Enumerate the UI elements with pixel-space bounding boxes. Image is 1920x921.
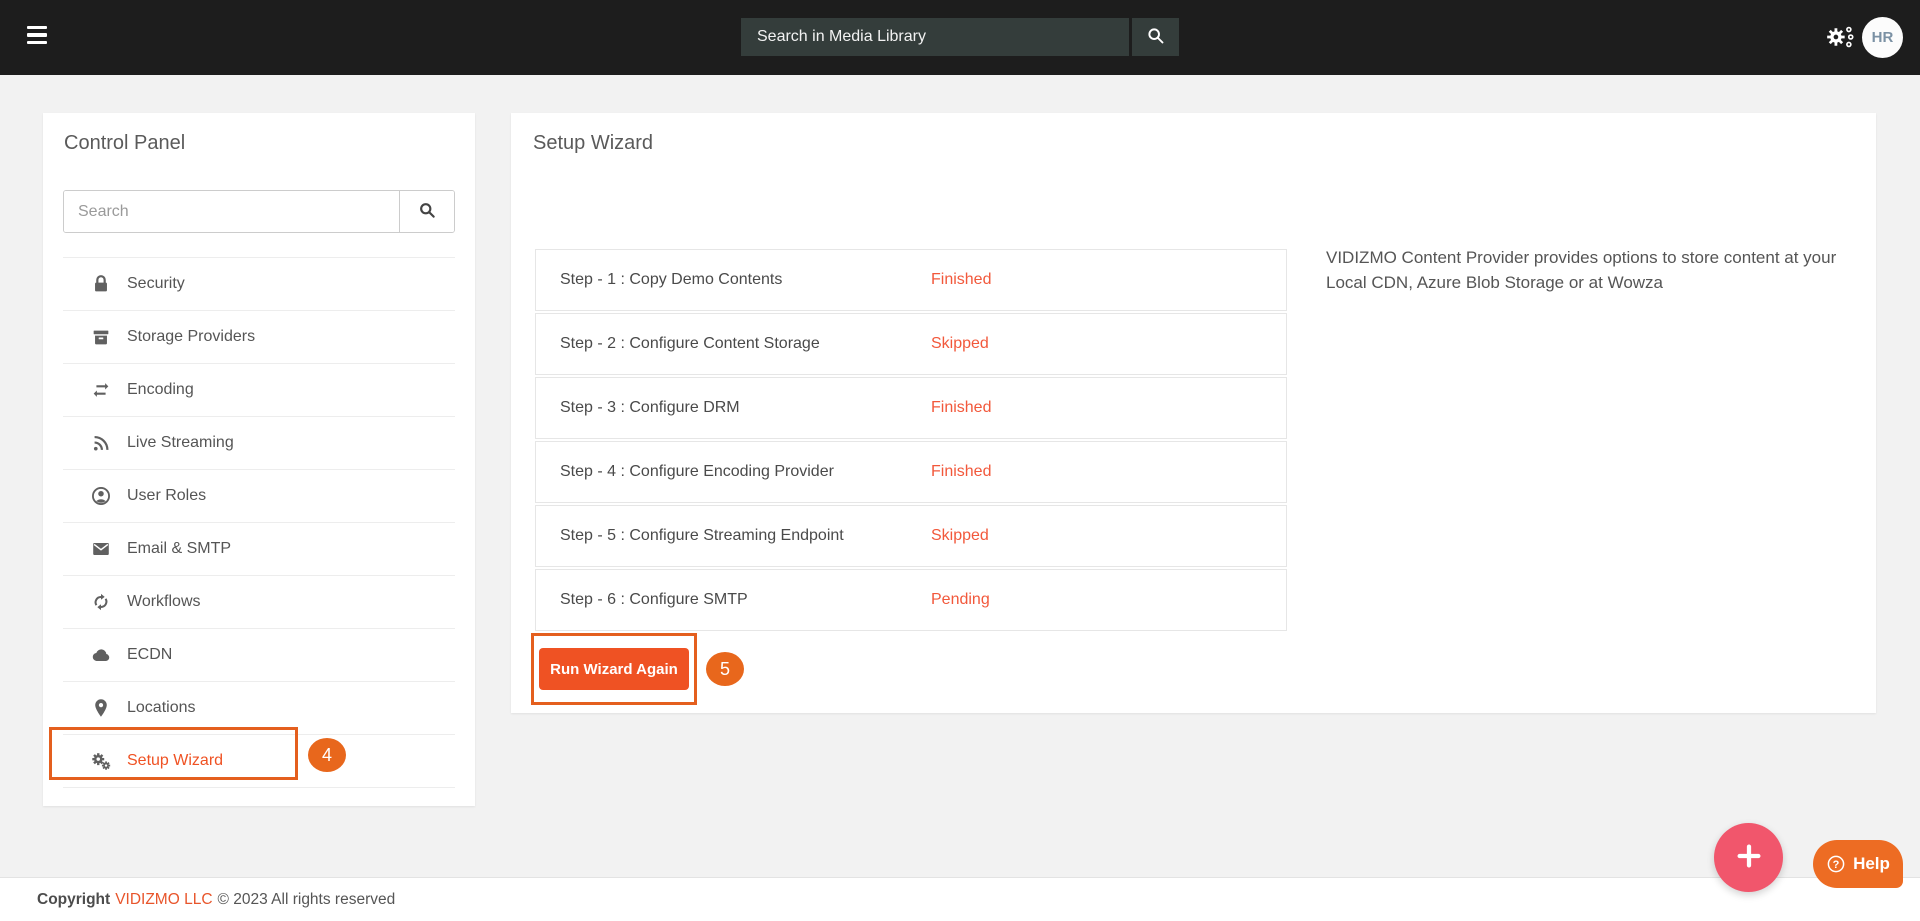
sidebar-item-locations[interactable]: Locations xyxy=(63,682,455,735)
wizard-step-row: Step - 1 : Copy Demo Contents Finished xyxy=(535,249,1287,311)
step-status: Skipped xyxy=(931,527,989,545)
cloud-icon xyxy=(90,644,112,666)
annotation-step-badge-4: 4 xyxy=(308,738,346,772)
top-bar: HR xyxy=(0,0,1920,75)
step-label: Step - 4 : Configure Encoding Provider xyxy=(560,463,834,481)
wizard-step-row: Step - 5 : Configure Streaming Endpoint … xyxy=(535,505,1287,567)
sidebar-item-label: User Roles xyxy=(127,487,206,505)
step-label: Step - 5 : Configure Streaming Endpoint xyxy=(560,527,844,545)
sidebar-item-label: Setup Wizard xyxy=(127,752,223,770)
sidebar-item-encoding[interactable]: Encoding xyxy=(63,364,455,417)
sidebar-title: Control Panel xyxy=(64,132,185,155)
footer: Copyright VIDIZMO LLC © 2023 All rights … xyxy=(0,877,1920,921)
lock-icon xyxy=(90,273,112,295)
sidebar-item-setup-wizard[interactable]: Setup Wizard xyxy=(63,735,455,788)
archive-icon xyxy=(90,326,112,348)
vidizmo-llc-link[interactable]: VIDIZMO LLC xyxy=(115,891,212,909)
run-wizard-annotation-box: Run Wizard Again xyxy=(531,633,697,705)
sidebar-search xyxy=(63,190,455,233)
manage-apps-gears-icon[interactable] xyxy=(1826,23,1854,51)
control-panel-sidebar: Control Panel Security Storage Providers… xyxy=(43,113,475,806)
content-provider-description: VIDIZMO Content Provider provides option… xyxy=(1326,246,1871,295)
sidebar-item-ecdn[interactable]: ECDN xyxy=(63,629,455,682)
sidebar-item-label: Storage Providers xyxy=(127,328,255,346)
svg-text:?: ? xyxy=(1833,859,1840,871)
step-status: Pending xyxy=(931,591,990,609)
rights-text: © 2023 All rights reserved xyxy=(218,891,396,909)
hamburger-menu-icon[interactable] xyxy=(27,26,49,48)
rss-icon xyxy=(90,432,112,454)
wizard-step-row: Step - 6 : Configure SMTP Pending xyxy=(535,569,1287,631)
setup-wizard-panel: Setup Wizard Step - 1 : Copy Demo Conten… xyxy=(511,113,1876,713)
user-icon xyxy=(90,485,112,507)
sidebar-item-label: ECDN xyxy=(127,646,172,664)
help-button[interactable]: ? Help xyxy=(1813,840,1903,888)
copyright-label: Copyright xyxy=(37,891,110,909)
media-library-search-input[interactable] xyxy=(741,18,1129,56)
wizard-step-row: Step - 3 : Configure DRM Finished xyxy=(535,377,1287,439)
sidebar-item-live-streaming[interactable]: Live Streaming xyxy=(63,417,455,470)
question-circle-icon: ? xyxy=(1826,854,1846,874)
step-status: Finished xyxy=(931,399,991,417)
step-status: Skipped xyxy=(931,335,989,353)
step-label: Step - 2 : Configure Content Storage xyxy=(560,335,820,353)
wizard-step-row: Step - 2 : Configure Content Storage Ski… xyxy=(535,313,1287,375)
exchange-icon xyxy=(90,379,112,401)
sidebar-item-label: Security xyxy=(127,275,185,293)
step-status: Finished xyxy=(931,463,991,481)
plus-icon xyxy=(1734,841,1764,874)
cogs-icon xyxy=(90,750,112,772)
sidebar-item-storage-providers[interactable]: Storage Providers xyxy=(63,311,455,364)
sidebar-item-label: Email & SMTP xyxy=(127,540,231,558)
step-label: Step - 1 : Copy Demo Contents xyxy=(560,271,782,289)
sidebar-item-workflows[interactable]: Workflows xyxy=(63,576,455,629)
sidebar-item-label: Encoding xyxy=(127,381,194,399)
sidebar-item-email-smtp[interactable]: Email & SMTP xyxy=(63,523,455,576)
sidebar-search-button[interactable] xyxy=(399,191,454,232)
step-label: Step - 3 : Configure DRM xyxy=(560,399,740,417)
run-wizard-again-button[interactable]: Run Wizard Again xyxy=(539,648,689,690)
envelope-icon xyxy=(90,538,112,560)
sidebar-item-label: Locations xyxy=(127,699,196,717)
sidebar-item-security[interactable]: Security xyxy=(63,258,455,311)
sidebar-item-label: Workflows xyxy=(127,593,201,611)
sidebar-item-label: Live Streaming xyxy=(127,434,234,452)
media-library-search-button[interactable] xyxy=(1129,18,1179,56)
sidebar-menu: Security Storage Providers Encoding Live… xyxy=(63,257,455,788)
location-icon xyxy=(90,697,112,719)
help-label: Help xyxy=(1853,854,1890,874)
search-icon xyxy=(417,200,437,223)
wizard-step-row: Step - 4 : Configure Encoding Provider F… xyxy=(535,441,1287,503)
media-library-search xyxy=(741,18,1179,56)
annotation-step-badge-5: 5 xyxy=(706,652,744,686)
search-icon xyxy=(1145,25,1166,49)
sidebar-search-input[interactable] xyxy=(64,191,399,232)
add-fab-button[interactable] xyxy=(1714,823,1783,892)
sidebar-item-user-roles[interactable]: User Roles xyxy=(63,470,455,523)
step-status: Finished xyxy=(931,271,991,289)
step-label: Step - 6 : Configure SMTP xyxy=(560,591,748,609)
recycle-icon xyxy=(90,591,112,613)
user-avatar[interactable]: HR xyxy=(1862,17,1903,58)
page-title: Setup Wizard xyxy=(533,132,653,155)
wizard-steps-table: Step - 1 : Copy Demo Contents Finished S… xyxy=(535,249,1287,633)
